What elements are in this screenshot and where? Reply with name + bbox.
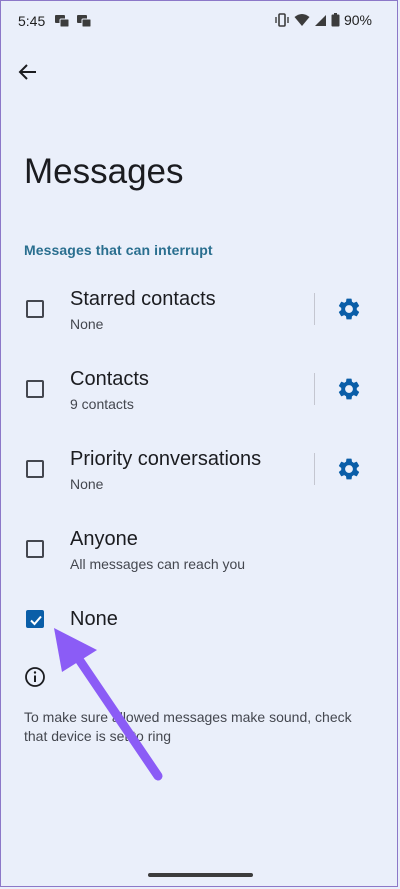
option-subtitle: All messages can reach you (70, 556, 246, 572)
option-subtitle: None (70, 316, 104, 332)
status-time: 5:45 (18, 13, 46, 29)
priority-conversations-checkbox[interactable] (26, 460, 44, 478)
status-bar: 5:45 90% (0, 0, 400, 44)
battery-icon (331, 13, 340, 27)
message-icon (55, 15, 70, 28)
divider (314, 373, 315, 405)
battery-percentage: 90% (343, 12, 372, 28)
info-text: To make sure allowed messages make sound… (24, 709, 352, 744)
section-header: Messages that can interrupt (24, 242, 213, 258)
status-right: 90% (274, 12, 372, 28)
priority-conversations-settings-button[interactable] (336, 456, 362, 482)
divider (314, 453, 315, 485)
starred-contacts-checkbox[interactable] (26, 300, 44, 318)
info-icon (25, 667, 45, 687)
option-contacts[interactable]: Contacts 9 contacts (0, 360, 400, 430)
option-anyone[interactable]: Anyone All messages can reach you (0, 520, 400, 590)
navigation-handle[interactable] (148, 873, 253, 877)
starred-contacts-settings-button[interactable] (336, 296, 362, 322)
option-priority-conversations[interactable]: Priority conversations None (0, 440, 400, 510)
gear-icon (338, 298, 360, 320)
notification-icons (54, 14, 92, 28)
option-title: Contacts (70, 368, 149, 390)
wifi-icon (294, 14, 310, 26)
contacts-checkbox[interactable] (26, 380, 44, 398)
option-title: Priority conversations (70, 448, 262, 470)
divider (314, 293, 315, 325)
option-title: None (70, 608, 118, 630)
option-title: Anyone (70, 528, 138, 550)
option-subtitle: 9 contacts (70, 396, 134, 412)
checkmark-icon (30, 615, 42, 626)
anyone-checkbox[interactable] (26, 540, 44, 558)
arrow-left-icon (18, 64, 36, 80)
option-starred-contacts[interactable]: Starred contacts None (0, 280, 400, 350)
gear-icon (338, 378, 360, 400)
none-checkbox[interactable] (26, 610, 44, 628)
vibrate-icon (275, 13, 289, 27)
option-none[interactable]: None (0, 600, 400, 670)
contacts-settings-button[interactable] (336, 376, 362, 402)
message-icon (77, 15, 92, 28)
option-subtitle: None (70, 476, 104, 492)
option-title: Starred contacts (70, 288, 216, 310)
back-button[interactable] (12, 56, 44, 88)
signal-icon (314, 14, 326, 26)
gear-icon (338, 458, 360, 480)
page-title: Messages (24, 152, 184, 191)
